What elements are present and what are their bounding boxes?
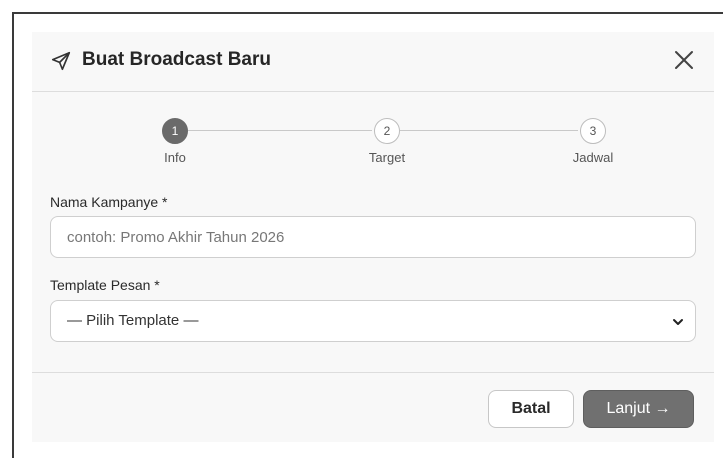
step-1-indicator: 1	[162, 118, 188, 144]
campaign-name-label: Nama Kampanye *	[50, 194, 168, 210]
modal-header: Buat Broadcast Baru	[32, 32, 714, 90]
template-select[interactable]: — Pilih Template —	[50, 300, 696, 342]
step-connector	[400, 130, 578, 131]
window-border-left	[12, 12, 14, 458]
footer-divider	[32, 372, 714, 373]
campaign-name-input[interactable]	[50, 216, 696, 258]
step-1-label: Info	[164, 150, 186, 165]
header-divider	[32, 91, 714, 92]
chevron-down-icon	[673, 319, 683, 325]
close-icon[interactable]	[670, 46, 698, 74]
next-button[interactable]: Lanjut →	[583, 390, 694, 428]
window-border-top	[12, 12, 723, 14]
step-2-indicator: 2	[374, 118, 400, 144]
step-3-label: Jadwal	[572, 150, 614, 165]
screen: Buat Broadcast Baru 1 Info 2 Target 3 Ja…	[0, 0, 723, 458]
template-select-value: — Pilih Template —	[67, 312, 199, 329]
template-label: Template Pesan *	[50, 277, 160, 293]
step-3-indicator: 3	[580, 118, 606, 144]
step-2-label: Target	[368, 150, 406, 165]
send-icon	[51, 51, 71, 71]
broadcast-modal: Buat Broadcast Baru 1 Info 2 Target 3 Ja…	[32, 32, 714, 442]
step-connector	[188, 130, 372, 131]
stepper: 1 Info 2 Target 3 Jadwal	[32, 114, 714, 174]
modal-title: Buat Broadcast Baru	[82, 49, 271, 70]
cancel-button[interactable]: Batal	[488, 390, 574, 428]
